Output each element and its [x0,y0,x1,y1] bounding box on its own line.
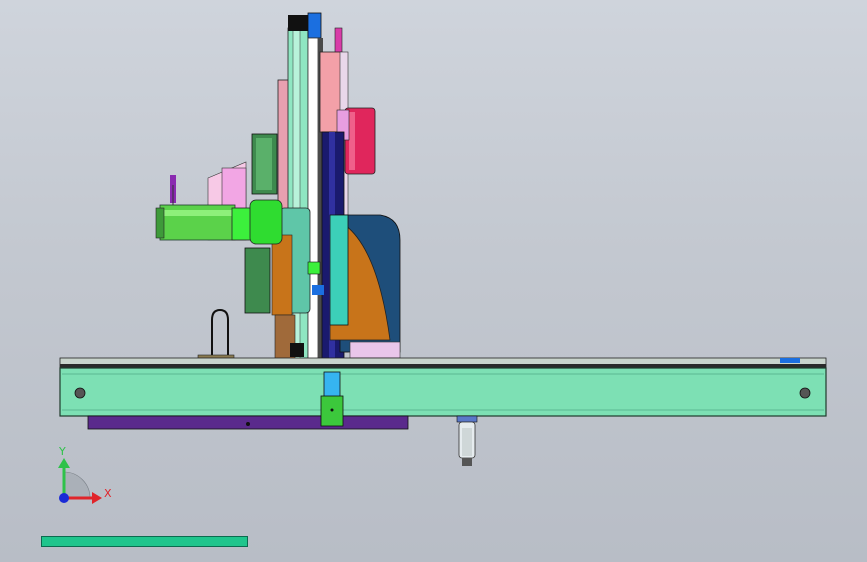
assembly-drawing: Y X [58,12,827,504]
y-axis-label: Y [58,445,66,458]
z-axis-dot [59,493,69,503]
y-axis-arrowhead [58,458,70,468]
beam-handle [197,308,235,365]
under-plate [87,415,409,430]
progress-bar [41,536,248,547]
horizontal-beam [59,357,827,417]
air-filter [456,415,478,466]
rotary-cover [329,214,401,359]
cad-viewport[interactable]: Y X [0,0,867,562]
coordinate-triad: Y X [58,445,112,504]
x-axis-arrowhead [92,492,102,504]
x-axis-label: X [104,487,112,500]
column-foot [320,371,344,427]
triad-quadrant [63,471,91,499]
